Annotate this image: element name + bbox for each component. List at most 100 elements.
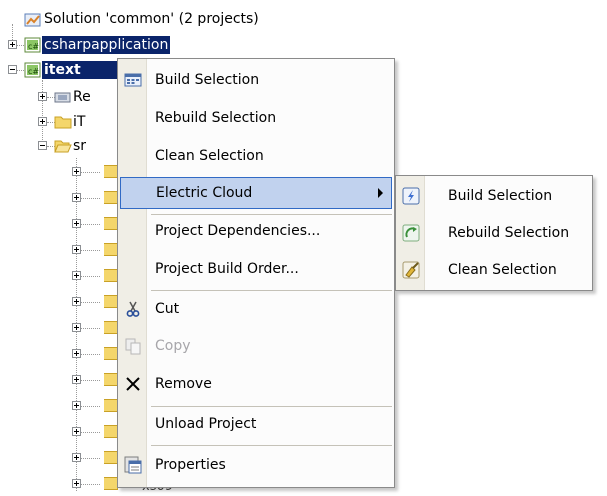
svg-text:c#: c# [28, 67, 39, 76]
menu-item-clean-selection[interactable]: Clean Selection [120, 140, 392, 172]
menu-item-label: Remove [155, 376, 212, 392]
menu-item-label: Rebuild Selection [448, 225, 570, 241]
menu-item-project-build-order[interactable]: Project Build Order... [120, 253, 392, 285]
menu-item-properties[interactable]: Properties [120, 449, 392, 481]
build-solution-icon [124, 73, 142, 87]
expand-toggle[interactable] [72, 323, 81, 332]
folder-icon [104, 425, 118, 438]
menu-separator [151, 445, 392, 446]
expand-toggle[interactable] [38, 117, 47, 126]
menu-item-label: Build Selection [448, 188, 553, 204]
menu-item-label: Properties [155, 457, 226, 473]
expand-toggle[interactable] [38, 92, 47, 101]
tree-line [80, 432, 100, 433]
menu-item-remove[interactable]: Remove [120, 368, 392, 400]
folder-icon [104, 269, 118, 282]
properties-icon [124, 456, 142, 474]
tree-line [80, 302, 100, 303]
submenu-item-build-selection[interactable]: Build Selection [398, 180, 590, 212]
menu-item-label: Clean Selection [155, 148, 264, 164]
tree-line [80, 276, 100, 277]
menu-item-unload-project[interactable]: Unload Project [120, 408, 392, 440]
submenu-item-rebuild-selection[interactable]: Rebuild Selection [398, 217, 590, 249]
tree-line [80, 380, 100, 381]
project-node-itext[interactable]: itext [42, 61, 118, 79]
folder-icon [104, 451, 118, 464]
folder-icon [104, 217, 118, 230]
tree-line [80, 172, 100, 173]
folder-icon [104, 321, 118, 334]
ec-clean-icon [402, 261, 420, 279]
csharp-project-icon: c# [24, 37, 41, 53]
tree-line [42, 80, 43, 144]
context-menu: Build Selection Rebuild Selection Clean … [117, 58, 395, 488]
expand-toggle[interactable] [8, 40, 17, 49]
expand-toggle[interactable] [72, 297, 81, 306]
menu-item-rebuild-selection[interactable]: Rebuild Selection [120, 102, 392, 134]
folder-icon [104, 191, 118, 204]
scissors-icon [126, 301, 140, 317]
menu-item-label: Project Build Order... [155, 261, 299, 277]
menu-item-cut[interactable]: Cut [120, 293, 392, 325]
open-folder-icon [54, 140, 72, 153]
collapse-toggle[interactable] [38, 141, 47, 150]
expand-toggle[interactable] [72, 271, 81, 280]
expand-toggle[interactable] [72, 167, 81, 176]
tree-node-source-folder[interactable]: sr [71, 137, 121, 155]
submenu-arrow-icon [378, 188, 383, 198]
ec-build-icon [402, 187, 420, 205]
tree-node-folder[interactable]: iT [71, 113, 121, 131]
expand-toggle[interactable] [72, 193, 81, 202]
menu-item-label: Electric Cloud [156, 185, 253, 201]
folder-icon [104, 347, 118, 360]
menu-item-label: Build Selection [155, 72, 260, 88]
tree-node-references[interactable]: Re [71, 88, 121, 106]
menu-item-label: Unload Project [155, 416, 257, 432]
solution-node[interactable]: Solution 'common' (2 projects) [42, 10, 261, 28]
solution-icon [24, 13, 41, 27]
menu-item-electric-cloud[interactable]: Electric Cloud [120, 177, 392, 209]
expand-toggle[interactable] [72, 245, 81, 254]
menu-item-label: Cut [155, 301, 180, 317]
menu-item-copy[interactable]: Copy [120, 330, 392, 362]
ec-rebuild-icon [402, 224, 420, 242]
tree-line [80, 250, 100, 251]
folder-icon [104, 295, 118, 308]
electric-cloud-submenu: Build Selection Rebuild Selection Clean … [395, 175, 593, 291]
folder-icon [104, 243, 118, 256]
menu-separator [151, 406, 392, 407]
csharp-project-icon: c# [24, 62, 41, 78]
references-icon [54, 92, 71, 103]
menu-item-project-dependencies[interactable]: Project Dependencies... [120, 215, 392, 247]
menu-item-label: Rebuild Selection [155, 110, 277, 126]
remove-x-icon [126, 377, 140, 391]
folder-icon [104, 373, 118, 386]
submenu-item-clean-selection[interactable]: Clean Selection [398, 254, 590, 286]
expand-toggle[interactable] [72, 219, 81, 228]
tree-line [80, 484, 100, 485]
collapse-toggle[interactable] [8, 65, 17, 74]
menu-item-label: Project Dependencies... [155, 223, 321, 239]
tree-line [80, 328, 100, 329]
tree-line [80, 198, 100, 199]
tree-line [80, 354, 100, 355]
expand-toggle[interactable] [72, 349, 81, 358]
folder-icon [104, 165, 118, 178]
expand-toggle[interactable] [72, 453, 81, 462]
tree-line [80, 406, 100, 407]
expand-toggle[interactable] [72, 375, 81, 384]
svg-text:c#: c# [28, 42, 39, 51]
copy-icon [125, 338, 141, 355]
menu-separator [151, 290, 392, 291]
folder-icon [54, 116, 72, 129]
tree-line [80, 224, 100, 225]
expand-toggle[interactable] [72, 479, 81, 488]
project-node-csharpapplication[interactable]: csharpapplication [42, 36, 171, 54]
menu-item-label: Clean Selection [448, 262, 557, 278]
expand-toggle[interactable] [72, 401, 81, 410]
menu-item-build-selection[interactable]: Build Selection [120, 64, 392, 96]
folder-icon [104, 399, 118, 412]
expand-toggle[interactable] [72, 427, 81, 436]
menu-item-label: Copy [155, 338, 191, 354]
tree-line [80, 458, 100, 459]
